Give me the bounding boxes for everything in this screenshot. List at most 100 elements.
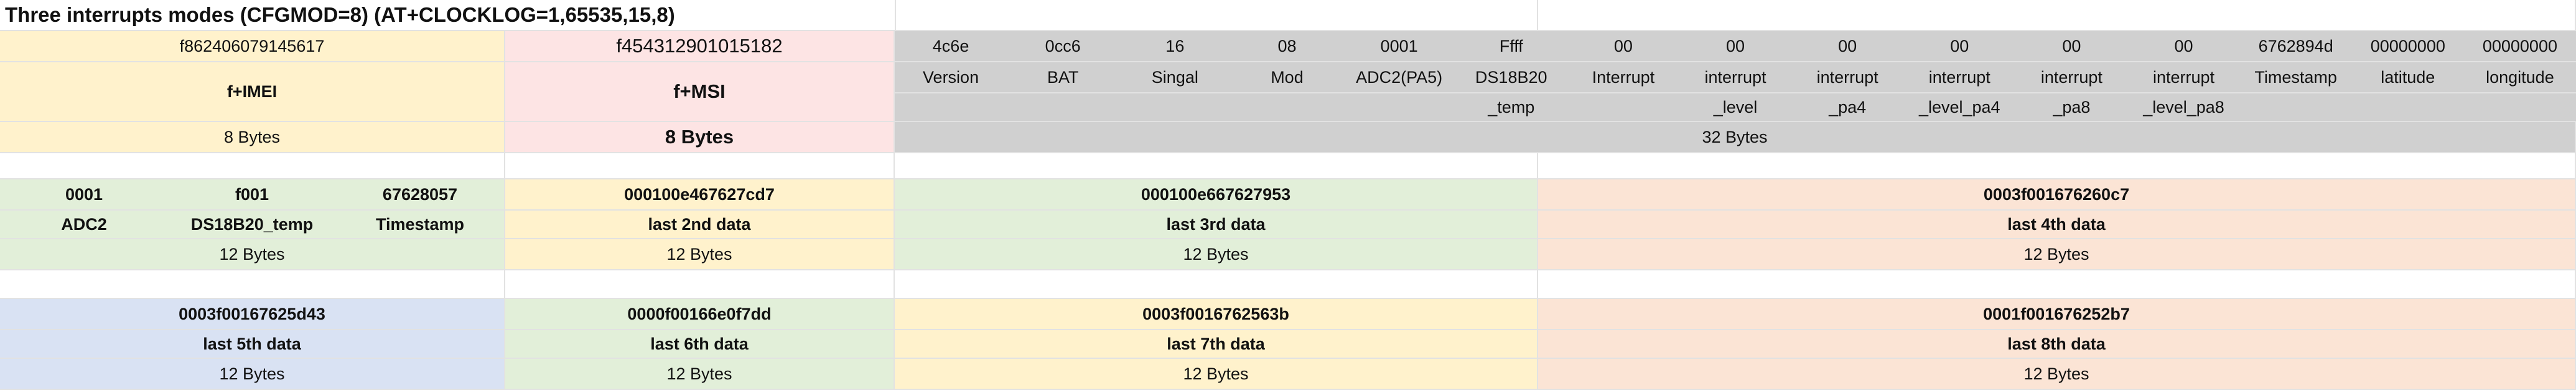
field-value[interactable]: 00 <box>1679 31 1791 61</box>
last-6th-label[interactable]: last 6th data <box>505 330 895 359</box>
msi-value[interactable]: f454312901015182 <box>505 31 895 62</box>
field-value[interactable]: 0cc6 <box>1007 31 1119 61</box>
last-8th-label[interactable]: last 8th data <box>1538 330 2576 359</box>
last-4th-bytes[interactable]: 12 Bytes <box>1538 239 2576 270</box>
field-label[interactable]: Interrupt <box>1567 62 1679 92</box>
field-value[interactable]: 00000000 <box>2464 31 2576 61</box>
empty-cell[interactable] <box>505 270 895 299</box>
field-label-cont[interactable] <box>895 93 1007 121</box>
field-label-cont[interactable]: _temp <box>1455 93 1567 121</box>
field-label[interactable]: Version <box>895 62 1007 92</box>
field-label-cont[interactable] <box>2240 93 2352 121</box>
field-label-cont[interactable]: _level <box>1679 93 1791 121</box>
imei-label[interactable]: f+IMEI <box>0 62 505 122</box>
field-value[interactable]: Ffff <box>1455 31 1567 61</box>
field-label-cont[interactable] <box>2352 93 2464 121</box>
adc2-label[interactable]: ADC2 <box>0 211 168 238</box>
field-label[interactable]: DS18B20 <box>1455 62 1567 92</box>
last-3rd-bytes[interactable]: 12 Bytes <box>895 239 1538 270</box>
empty-cell[interactable] <box>896 0 1538 31</box>
block1-bytes-row: 12 Bytes 12 Bytes 12 Bytes 12 Bytes <box>0 239 2576 270</box>
field-value[interactable]: 00 <box>2127 31 2239 61</box>
field-label[interactable]: Mod <box>1231 62 1343 92</box>
empty-cell[interactable] <box>1538 0 2576 31</box>
fields-bytes[interactable]: 32 Bytes <box>895 122 2576 153</box>
field-label-cont[interactable] <box>1231 93 1343 121</box>
adc2-value[interactable]: 0001 <box>0 179 168 209</box>
last-7th-bytes[interactable]: 12 Bytes <box>895 359 1538 390</box>
empty-cell[interactable] <box>1538 153 2576 179</box>
last-3rd-value[interactable]: 000100e667627953 <box>895 179 1538 211</box>
empty-cell[interactable] <box>0 153 505 179</box>
field-value[interactable]: 00 <box>1791 31 1903 61</box>
field-label-cont[interactable] <box>1567 93 1679 121</box>
last-2nd-bytes[interactable]: 12 Bytes <box>505 239 895 270</box>
field-label[interactable]: interrupt <box>2127 62 2239 92</box>
last-6th-bytes[interactable]: 12 Bytes <box>505 359 895 390</box>
field-label[interactable]: interrupt <box>1679 62 1791 92</box>
field-label[interactable]: BAT <box>1007 62 1119 92</box>
fields-column: 4c6e 0cc6 16 08 0001 Ffff 00 00 00 00 00… <box>895 31 2576 153</box>
last-6th-value[interactable]: 0000f00166e0f7dd <box>505 299 895 330</box>
field-value[interactable]: 6762894d <box>2240 31 2352 61</box>
spacer-row <box>0 270 2576 299</box>
sheet-title[interactable]: Three interrupts modes (CFGMOD=8) (AT+CL… <box>0 0 896 31</box>
empty-cell[interactable] <box>0 270 505 299</box>
last-5th-label[interactable]: last 5th data <box>0 330 505 359</box>
field-value[interactable]: 00 <box>1903 31 2015 61</box>
last-7th-value[interactable]: 0003f0016762563b <box>895 299 1538 330</box>
field-labels-row: Version BAT Singal Mod ADC2(PA5) DS18B20… <box>895 62 2576 93</box>
field-value[interactable]: 00 <box>1567 31 1679 61</box>
empty-cell[interactable] <box>895 153 1538 179</box>
field-label[interactable]: longitude <box>2464 62 2576 92</box>
field-label[interactable]: ADC2(PA5) <box>1343 62 1455 92</box>
msi-column: f454312901015182 f+MSI 8 Bytes <box>505 31 895 153</box>
field-label-cont[interactable]: _level_pa4 <box>1903 93 2015 121</box>
field-value[interactable]: 00 <box>2015 31 2127 61</box>
empty-cell[interactable] <box>505 153 895 179</box>
field-label-cont[interactable]: _pa4 <box>1791 93 1903 121</box>
last-2nd-value[interactable]: 000100e467627cd7 <box>505 179 895 211</box>
block1-first-labels: ADC2 DS18B20_temp Timestamp <box>0 211 505 239</box>
last-5th-bytes[interactable]: 12 Bytes <box>0 359 505 390</box>
last-4th-value[interactable]: 0003f001676260c7 <box>1538 179 2576 211</box>
empty-cell[interactable] <box>895 270 1538 299</box>
imei-column: f862406079145617 f+IMEI 8 Bytes <box>0 31 505 153</box>
field-label-cont[interactable] <box>1007 93 1119 121</box>
field-value[interactable]: 0001 <box>1343 31 1455 61</box>
field-value[interactable]: 16 <box>1119 31 1231 61</box>
msi-label[interactable]: f+MSI <box>505 62 895 122</box>
field-label-cont[interactable] <box>1119 93 1231 121</box>
last-4th-label[interactable]: last 4th data <box>1538 211 2576 239</box>
field-label[interactable]: interrupt <box>1903 62 2015 92</box>
field-label[interactable]: Timestamp <box>2240 62 2352 92</box>
imei-value[interactable]: f862406079145617 <box>0 31 505 62</box>
field-label[interactable]: latitude <box>2352 62 2464 92</box>
empty-cell[interactable] <box>1538 270 2576 299</box>
last-8th-value[interactable]: 0001f001676252b7 <box>1538 299 2576 330</box>
timestamp-label[interactable]: Timestamp <box>336 211 504 238</box>
ds18b20-temp-value[interactable]: f001 <box>168 179 336 209</box>
field-value[interactable]: 4c6e <box>895 31 1007 61</box>
last-5th-value[interactable]: 0003f00167625d43 <box>0 299 505 330</box>
field-label[interactable]: interrupt <box>2015 62 2127 92</box>
field-label-cont[interactable] <box>2464 93 2576 121</box>
field-values-row: 4c6e 0cc6 16 08 0001 Ffff 00 00 00 00 00… <box>895 31 2576 62</box>
field-value[interactable]: 08 <box>1231 31 1343 61</box>
field-label[interactable]: interrupt <box>1791 62 1903 92</box>
block1-values-row: 0001 f001 67628057 000100e467627cd7 0001… <box>0 179 2576 211</box>
field-value[interactable]: 00000000 <box>2352 31 2464 61</box>
field-label-cont[interactable] <box>1343 93 1455 121</box>
last-2nd-label[interactable]: last 2nd data <box>505 211 895 239</box>
last-8th-bytes[interactable]: 12 Bytes <box>1538 359 2576 390</box>
msi-bytes[interactable]: 8 Bytes <box>505 122 895 153</box>
last-7th-label[interactable]: last 7th data <box>895 330 1538 359</box>
ds18b20-temp-label[interactable]: DS18B20_temp <box>168 211 336 238</box>
field-label-cont[interactable]: _level_pa8 <box>2127 93 2239 121</box>
block1-first-bytes[interactable]: 12 Bytes <box>0 239 505 270</box>
field-label-cont[interactable]: _pa8 <box>2015 93 2127 121</box>
timestamp-value[interactable]: 67628057 <box>336 179 504 209</box>
field-label[interactable]: Singal <box>1119 62 1231 92</box>
last-3rd-label[interactable]: last 3rd data <box>895 211 1538 239</box>
imei-bytes[interactable]: 8 Bytes <box>0 122 505 153</box>
